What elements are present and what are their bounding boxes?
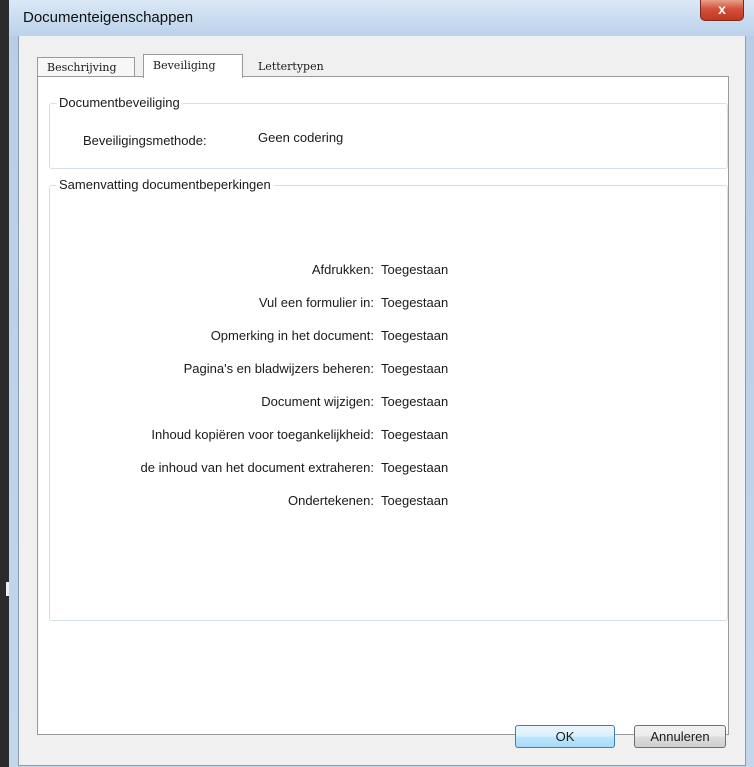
permission-label: Opmerking in het document: bbox=[210, 328, 374, 343]
ok-button[interactable]: OK bbox=[515, 725, 615, 748]
permission-row: Ondertekenen: Toegestaan bbox=[50, 493, 470, 513]
dialog-body: Beschrijving Beveiliging Lettertypen Doc… bbox=[18, 36, 746, 766]
close-icon: x bbox=[718, 1, 726, 17]
permission-value: Toegestaan bbox=[381, 394, 449, 409]
permission-row: de inhoud van het document extraheren: T… bbox=[50, 460, 470, 480]
security-method-label: Beveiligingsmethode: bbox=[83, 133, 207, 148]
permission-label: Afdrukken: bbox=[311, 262, 374, 277]
background-window-notch bbox=[6, 582, 9, 596]
permission-row: Pagina's en bladwijzers beheren: Toegest… bbox=[50, 361, 470, 381]
permission-value: Toegestaan bbox=[381, 427, 449, 442]
permission-label: Ondertekenen: bbox=[287, 493, 374, 508]
permission-label: Inhoud kopiëren voor toegankelijkheid: bbox=[151, 427, 374, 442]
permission-value: Toegestaan bbox=[381, 262, 449, 277]
permission-value: Toegestaan bbox=[381, 361, 449, 376]
permission-label: Vul een formulier in: bbox=[258, 295, 374, 310]
tab-beschrijving[interactable]: Beschrijving bbox=[37, 57, 135, 77]
permission-label: Pagina's en bladwijzers beheren: bbox=[183, 361, 374, 376]
permission-row: Inhoud kopiëren voor toegankelijkheid: T… bbox=[50, 427, 470, 447]
permission-value: Toegestaan bbox=[381, 295, 449, 310]
document-security-group: Documentbeveiliging Beveiligingsmethode:… bbox=[49, 95, 728, 169]
close-button[interactable]: x bbox=[700, 0, 744, 21]
document-security-group-title: Documentbeveiliging bbox=[56, 95, 183, 110]
permission-row: Document wijzigen: Toegestaan bbox=[50, 394, 470, 414]
permission-value: Toegestaan bbox=[381, 493, 449, 508]
dialog-window: Documenteigenschappen x Beschrijving Bev… bbox=[0, 0, 754, 767]
permission-row: Opmerking in het document: Toegestaan bbox=[50, 328, 470, 348]
window-title: Documenteigenschappen bbox=[23, 9, 194, 26]
title-bar[interactable]: Documenteigenschappen x bbox=[9, 0, 754, 36]
permission-row: Vul een formulier in: Toegestaan bbox=[50, 295, 470, 315]
tab-lettertypen[interactable]: Lettertypen bbox=[249, 57, 345, 76]
permission-row: Afdrukken: Toegestaan bbox=[50, 262, 470, 282]
security-method-value: Geen codering bbox=[258, 130, 344, 145]
background-window-edge bbox=[0, 0, 9, 767]
permission-label: de inhoud van het document extraheren: bbox=[140, 460, 374, 475]
restrictions-summary-group: Samenvatting documentbeperkingen Afdrukk… bbox=[49, 177, 728, 621]
security-tab-panel: Documentbeveiliging Beveiligingsmethode:… bbox=[37, 76, 729, 735]
permission-value: Toegestaan bbox=[381, 460, 449, 475]
restrictions-group-title: Samenvatting documentbeperkingen bbox=[56, 177, 274, 192]
tab-beveiliging[interactable]: Beveiliging bbox=[143, 54, 243, 78]
permission-value: Toegestaan bbox=[381, 328, 449, 343]
permission-label: Document wijzigen: bbox=[261, 394, 374, 409]
cancel-button[interactable]: Annuleren bbox=[634, 725, 726, 748]
